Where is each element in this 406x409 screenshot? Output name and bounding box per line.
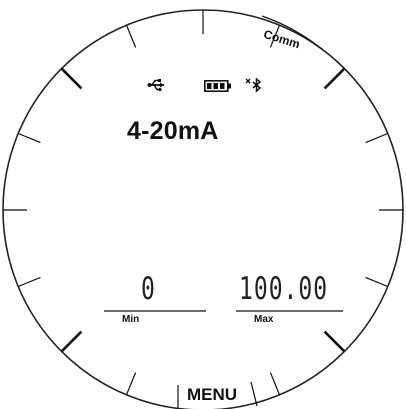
dial-tick bbox=[60, 330, 83, 353]
max-label: Max bbox=[254, 314, 274, 325]
min-label: Min bbox=[122, 314, 140, 325]
usb-icon bbox=[147, 79, 164, 92]
dial-tick bbox=[323, 330, 346, 353]
max-value-readout: 100.00 bbox=[239, 272, 329, 308]
dial-tick bbox=[60, 67, 83, 90]
dial-tick bbox=[125, 24, 137, 48]
dial-tick bbox=[365, 132, 389, 144]
dial-tick bbox=[125, 372, 137, 396]
min-value-readout: 0 bbox=[141, 272, 157, 308]
dial-tick bbox=[323, 67, 346, 90]
battery-icon bbox=[204, 80, 231, 92]
signal-mode-label: 4-20mA bbox=[127, 117, 219, 145]
dial-tick bbox=[17, 132, 41, 144]
dial-tick bbox=[17, 276, 41, 288]
menu-button[interactable]: MENU bbox=[187, 385, 237, 405]
dial-tick bbox=[269, 372, 281, 396]
gauge-dial bbox=[2, 9, 404, 409]
menu-arc-right bbox=[250, 381, 258, 407]
bluetooth-off-icon bbox=[245, 77, 262, 93]
dial-tick bbox=[365, 276, 389, 288]
